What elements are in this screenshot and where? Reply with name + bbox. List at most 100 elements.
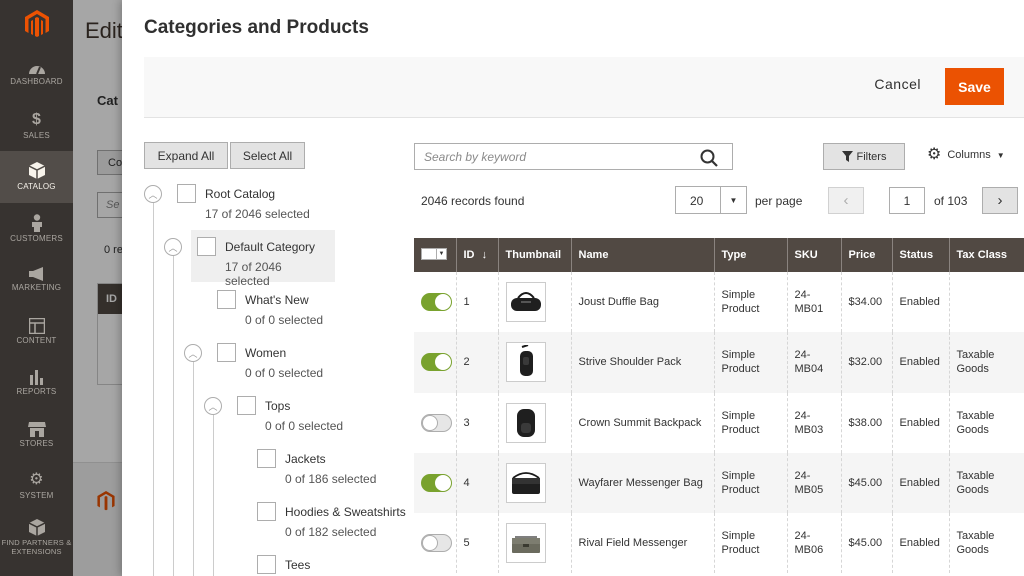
sort-arrow-icon: ↓ <box>481 249 488 261</box>
tax-class-cell: Taxable Goods <box>949 452 1024 514</box>
search-icon[interactable] <box>700 149 718 167</box>
admin-sidebar: DASHBOARD $ SALES CATALOG CUSTOMERS MARK… <box>0 0 73 576</box>
nav-catalog[interactable]: CATALOG <box>0 151 73 203</box>
duffle-bag-icon[interactable] <box>505 282 546 323</box>
row-select-toggle[interactable] <box>421 353 452 372</box>
backpack-icon[interactable] <box>505 402 546 443</box>
table-row[interactable]: 4 Wayfarer Messenger Bag Simple Product … <box>414 452 1024 514</box>
column-header-tax-class[interactable]: Tax Class <box>949 238 1024 272</box>
chevron-up-icon: ︿ <box>188 348 198 359</box>
page-input[interactable] <box>889 187 925 214</box>
sku-cell: 24-MB06 <box>787 513 842 574</box>
shoulder-pack-icon[interactable] <box>505 342 546 383</box>
prev-page-button[interactable]: ‹ <box>828 187 864 214</box>
sku-cell: 24-MB01 <box>787 272 842 333</box>
chevron-up-icon: ︿ <box>208 401 218 412</box>
caret-down-icon: ▼ <box>437 247 447 260</box>
nav-stores[interactable]: STORES <box>0 409 73 461</box>
tree-node-tops[interactable]: Tops 0 of 0 selected <box>237 396 343 433</box>
nav-find-partners[interactable]: FIND PARTNERS & EXTENSIONS <box>0 512 73 564</box>
tree-checkbox[interactable] <box>177 184 196 203</box>
tree-checkbox[interactable] <box>197 237 216 256</box>
tree-checkbox[interactable] <box>257 555 276 574</box>
tree-connector <box>173 255 174 576</box>
column-header-thumbnail[interactable]: Thumbnail <box>498 238 572 272</box>
nav-customers[interactable]: CUSTOMERS <box>0 203 73 255</box>
tree-node-count: 0 of 186 selected <box>285 472 377 486</box>
type-cell: Simple Product <box>714 452 788 514</box>
tree-node-root-catalog[interactable]: Root Catalog 17 of 2046 selected <box>177 184 310 221</box>
filters-button[interactable]: Filters <box>823 143 905 170</box>
column-header-name[interactable]: Name <box>571 238 715 272</box>
columns-control[interactable]: ⚙ Columns ▼ <box>927 147 1005 163</box>
name-cell: Wayfarer Messenger Bag <box>571 452 715 514</box>
tree-node-hoodies[interactable]: Hoodies & Sweatshirts 0 of 182 selected <box>257 502 406 539</box>
status-cell: Enabled <box>892 392 950 453</box>
per-page-select[interactable]: 20 ▼ <box>675 186 747 214</box>
tree-node-default-category[interactable]: Default Category 17 of 2046 selected <box>191 230 335 288</box>
row-select-toggle[interactable] <box>421 413 452 432</box>
table-row[interactable]: 1 Joust Duffle Bag Simple Product 24-MB0… <box>414 272 1024 333</box>
tree-collapse-toggle[interactable]: ︿ <box>164 238 182 256</box>
tree-node-name: Default Category <box>225 240 316 254</box>
column-header-sku[interactable]: SKU <box>787 238 842 272</box>
tree-node-name: Root Catalog <box>205 187 276 201</box>
nav-content[interactable]: CONTENT <box>0 306 73 358</box>
field-messenger-icon[interactable] <box>505 523 546 564</box>
expand-all-button[interactable]: Expand All <box>144 142 228 169</box>
tree-node-count: 17 of 2046 selected <box>225 260 282 288</box>
tree-checkbox[interactable] <box>217 290 236 309</box>
nav-sales[interactable]: $ SALES <box>0 100 73 152</box>
magento-logo-icon <box>24 10 49 37</box>
tree-checkbox[interactable] <box>237 396 256 415</box>
tree-checkbox[interactable] <box>217 343 236 362</box>
tree-node-name: Jackets <box>285 452 326 466</box>
tree-node-whats-new[interactable]: What's New 0 of 0 selected <box>217 290 323 327</box>
nav-dashboard[interactable]: DASHBOARD <box>0 48 73 100</box>
columns-label: Columns <box>947 149 991 161</box>
nav-marketing[interactable]: MARKETING <box>0 254 73 306</box>
tree-checkbox[interactable] <box>257 502 276 521</box>
tree-collapse-toggle[interactable]: ︿ <box>184 344 202 362</box>
tree-connector <box>153 202 154 576</box>
name-cell: Rival Field Messenger <box>571 513 715 574</box>
tree-collapse-toggle[interactable]: ︿ <box>204 397 222 415</box>
tree-node-tees[interactable]: Tees <box>257 555 310 574</box>
save-button[interactable]: Save <box>945 68 1004 105</box>
tree-collapse-toggle[interactable]: ︿ <box>144 185 162 203</box>
mass-select-checkbox[interactable] <box>421 247 437 260</box>
row-select-toggle[interactable] <box>421 293 452 312</box>
name-cell: Crown Summit Backpack <box>571 392 715 453</box>
tree-checkbox[interactable] <box>257 449 276 468</box>
select-all-button[interactable]: Select All <box>230 142 305 169</box>
nav-system[interactable]: ⚙ SYSTEM <box>0 460 73 512</box>
table-row[interactable]: 3 Crown Summit Backpack Simple Product 2… <box>414 392 1024 453</box>
magento-logo[interactable] <box>0 0 73 48</box>
caret-down-icon[interactable]: ▼ <box>720 187 746 213</box>
column-header-id[interactable]: ID ↓ <box>456 238 499 272</box>
table-row[interactable]: 2 Strive Shoulder Pack Simple Product 24… <box>414 332 1024 393</box>
caret-down-icon: ▼ <box>996 150 1005 160</box>
tree-node-jackets[interactable]: Jackets 0 of 186 selected <box>257 449 376 486</box>
tax-class-cell: Taxable Goods <box>949 392 1024 453</box>
tree-node-women[interactable]: Women 0 of 0 selected <box>217 343 323 380</box>
funnel-icon <box>841 151 853 162</box>
cancel-button[interactable]: Cancel <box>874 76 921 92</box>
mass-select-header[interactable]: ▼ <box>414 238 457 272</box>
categories-products-modal: Categories and Products Cancel Save Expa… <box>122 0 1024 576</box>
messenger-bag-icon[interactable] <box>505 463 546 504</box>
nav-label: CUSTOMERS <box>10 233 63 243</box>
column-header-type[interactable]: Type <box>714 238 788 272</box>
table-row[interactable]: 5 Rival Field Messenger Simple Product 2… <box>414 513 1024 574</box>
column-header-status[interactable]: Status <box>892 238 950 272</box>
search-input[interactable] <box>415 144 695 169</box>
row-select-toggle[interactable] <box>421 474 452 493</box>
per-page-label: per page <box>755 194 803 208</box>
column-header-price[interactable]: Price <box>841 238 893 272</box>
id-cell: 4 <box>456 452 499 514</box>
modal-action-bar: Cancel Save <box>144 57 1024 118</box>
mass-select-dropdown[interactable]: ▼ <box>421 247 447 260</box>
next-page-button[interactable]: › <box>982 187 1018 214</box>
row-select-toggle[interactable] <box>421 534 452 553</box>
nav-reports[interactable]: REPORTS <box>0 357 73 409</box>
